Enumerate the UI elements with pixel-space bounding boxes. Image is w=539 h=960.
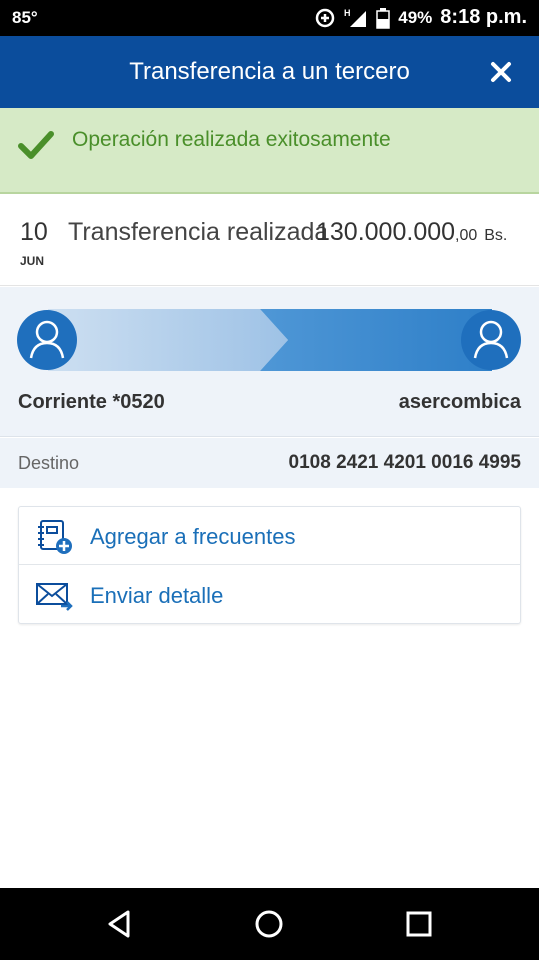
amount-currency: Bs.	[484, 227, 508, 244]
transfer-flow: Corriente *0520 asercombica	[0, 287, 539, 437]
page-title: Transferencia a un tercero	[129, 58, 410, 85]
send-detail-button[interactable]: Enviar detalle	[19, 566, 520, 624]
actions-card: Agregar a frecuentes Enviar detalle	[18, 506, 521, 624]
origin-account: Corriente *0520	[18, 391, 165, 413]
user-avatar-icon	[17, 310, 77, 370]
status-bar: 85° H 49% 8:18 p.m.	[0, 0, 539, 36]
send-detail-label: Enviar detalle	[90, 583, 224, 608]
transaction-description: Transferencia realizada	[68, 218, 326, 246]
add-contact-icon	[38, 520, 72, 554]
navigation-bar	[0, 888, 539, 960]
destination-account-name: asercombica	[398, 391, 521, 413]
transaction-summary: 10 JUN Transferencia realizada 130.000.0…	[0, 196, 539, 286]
back-icon[interactable]	[104, 908, 136, 940]
app-header: Transferencia a un tercero	[0, 36, 539, 108]
flow-bar-destination	[260, 309, 492, 371]
flow-bar-origin	[48, 309, 288, 371]
check-icon	[18, 131, 54, 159]
temperature-text: 85°	[12, 8, 38, 27]
battery-percent: 49%	[398, 7, 433, 27]
transaction-day: 10	[20, 218, 48, 246]
amount-integer: 130.000.000	[316, 218, 456, 246]
recents-icon[interactable]	[403, 908, 435, 940]
add-to-favorites-button[interactable]: Agregar a frecuentes	[19, 507, 520, 565]
close-button[interactable]	[483, 54, 519, 90]
transfer-flow-graphic	[17, 309, 521, 371]
svg-text:H: H	[344, 8, 351, 18]
close-icon	[491, 62, 511, 82]
amount-decimal: ,00	[455, 227, 478, 244]
add-to-favorites-label: Agregar a frecuentes	[90, 524, 296, 549]
home-icon[interactable]	[253, 908, 285, 940]
status-icons: H 49% 8:18 p.m.	[314, 6, 527, 29]
send-mail-icon	[36, 583, 73, 611]
destination-row: Destino 0108 2421 4201 0016 4995	[0, 438, 539, 488]
success-message: Operación realizada exitosamente	[72, 128, 391, 151]
transaction-amount: 130.000.000,00 Bs.	[316, 218, 507, 247]
signal-icon: H	[344, 8, 367, 27]
success-banner: Operación realizada exitosamente	[0, 108, 539, 194]
user-avatar-icon	[461, 310, 521, 370]
battery-icon	[376, 7, 391, 29]
clock-time: 8:18 p.m.	[440, 6, 527, 28]
transaction-month: JUN	[20, 254, 45, 268]
destination-label: Destino	[18, 453, 80, 473]
destination-account-number: 0108 2421 4201 0016 4995	[288, 452, 521, 473]
data-saver-icon	[316, 8, 335, 27]
